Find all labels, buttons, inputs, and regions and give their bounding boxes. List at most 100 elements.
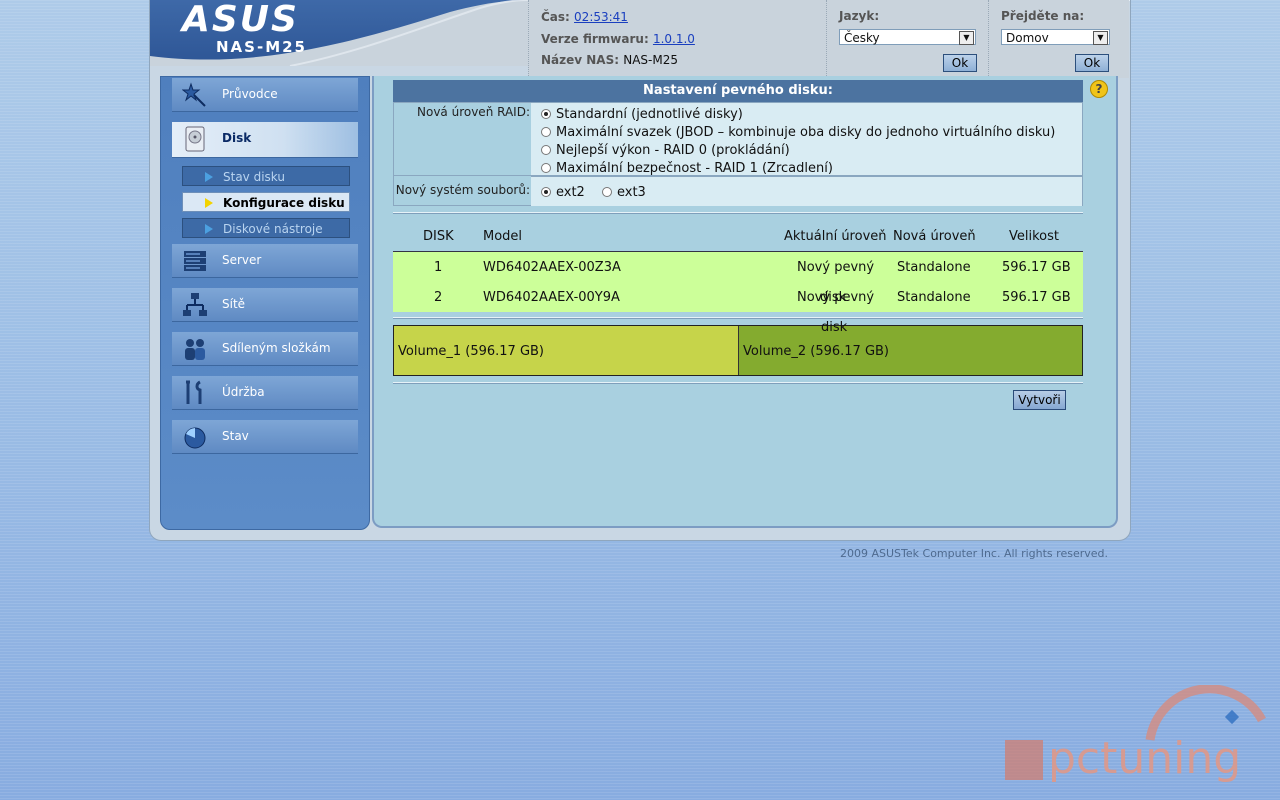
fs-option-ext2[interactable]: ext2 <box>541 185 585 200</box>
divider <box>393 317 1083 319</box>
sidebar-item-label: Stav <box>222 429 249 443</box>
divider <box>393 382 1083 384</box>
table-cell-model: WD6402AAEX-00Y9A <box>483 290 620 305</box>
raid-option-label: Standardní (jednotlivé disky) <box>556 107 743 122</box>
firmware-link[interactable]: 1.0.1.0 <box>653 32 695 46</box>
table-cell-disk: 1 <box>434 260 443 275</box>
table-cell-new: Standalone <box>897 290 971 305</box>
chevron-down-icon[interactable]: ▼ <box>959 31 974 45</box>
table-cell-disk: 2 <box>434 290 443 305</box>
raid-option-label: Maximální bezpečnost - RAID 1 (Zrcadlení… <box>556 161 833 176</box>
sidebar-item-label: Sdíleným složkám <box>222 341 331 355</box>
model-name: NAS-M25 <box>216 38 307 56</box>
fs-option-label: ext2 <box>556 185 585 200</box>
language-label: Jazyk: <box>839 9 880 23</box>
table-cell-model: WD6402AAEX-00Z3A <box>483 260 621 275</box>
language-select[interactable]: Česky ▼ <box>839 29 976 45</box>
time-label: Čas: <box>541 10 570 24</box>
goto-select[interactable]: Domov ▼ <box>1001 29 1110 45</box>
radio-button[interactable] <box>541 145 551 155</box>
raid-option-raid1[interactable]: Maximální bezpečnost - RAID 1 (Zrcadlení… <box>541 161 833 176</box>
pctuning-watermark-logo: pctuning <box>1005 685 1266 784</box>
raid-label: Nová úroveň RAID: <box>417 105 530 119</box>
firmware-label: Verze firmwaru: <box>541 32 649 46</box>
shared-users-icon <box>185 339 205 360</box>
fs-option-label: ext3 <box>617 185 646 200</box>
sidebar-item-server[interactable]: Server <box>172 244 358 278</box>
sidebar-item-label: Server <box>222 253 262 267</box>
divider <box>393 212 1083 214</box>
table-header-model: Model <box>483 229 523 244</box>
sidebar-item-maintenance[interactable]: Údržba <box>172 376 358 410</box>
sidebar-subitem-disk-status[interactable]: Stav disku <box>182 166 350 186</box>
radio-button[interactable] <box>602 187 612 197</box>
arrow-right-icon <box>205 198 213 208</box>
language-value: Česky <box>844 31 880 45</box>
watermark-text: pctuning <box>1048 733 1241 784</box>
table-header-new-level: Nová úroveň <box>893 229 976 244</box>
table-header-size: Velikost <box>1009 229 1059 244</box>
table-cell-overflow: disk <box>821 320 848 335</box>
subitem-label: Diskové nástroje <box>223 222 323 236</box>
header-info-panel: Čas: 02:53:41 Verze firmwaru: 1.0.1.0 Ná… <box>528 0 827 78</box>
sidebar-item-wizard[interactable]: Průvodce <box>172 78 358 112</box>
volume-1-label: Volume_1 (596.17 GB) <box>398 344 545 359</box>
hard-disk-icon <box>185 126 205 152</box>
section-title: Nastavení pevného disku: <box>393 80 1083 102</box>
table-cell-size: 596.17 GB <box>1002 260 1071 275</box>
arrow-right-icon <box>205 224 213 234</box>
radio-button[interactable] <box>541 187 551 197</box>
table-header-disk: DISK <box>423 229 454 244</box>
status-pie-icon <box>184 427 206 449</box>
goto-panel: Přejděte na: Domov ▼ Ok <box>988 0 1129 78</box>
language-panel: Jazyk: Česky ▼ Ok <box>826 0 989 78</box>
table-cell-size: 596.17 GB <box>1002 290 1071 305</box>
subitem-label: Stav disku <box>223 170 285 184</box>
goto-ok-button[interactable]: Ok <box>1075 54 1109 72</box>
create-button[interactable]: Vytvoři <box>1013 390 1066 410</box>
table-cell-overflow: disk <box>820 290 847 305</box>
help-icon[interactable]: ? <box>1090 80 1108 98</box>
sidebar-item-shared-folders[interactable]: Sdíleným složkám <box>172 332 358 366</box>
table-cell-new: Standalone <box>897 260 971 275</box>
radio-button[interactable] <box>541 127 551 137</box>
time-line: Čas: 02:53:41 <box>541 10 628 24</box>
raid-option-label: Nejlepší výkon - RAID 0 (prokládání) <box>556 143 790 158</box>
volume-2-label: Volume_2 (596.17 GB) <box>743 344 890 359</box>
subitem-label: Konfigurace disku <box>223 196 345 210</box>
sidebar-subitem-disk-tools[interactable]: Diskové nástroje <box>182 218 350 238</box>
nas-name-value: NAS-M25 <box>623 53 678 67</box>
table-cell-current: Nový pevný <box>797 260 875 275</box>
tools-icon <box>186 380 202 404</box>
table-header-current-level: Aktuální úroveň <box>784 229 887 244</box>
network-icon <box>183 293 207 316</box>
nas-name-label: Název NAS: <box>541 53 620 67</box>
raid-option-raid0[interactable]: Nejlepší výkon - RAID 0 (prokládání) <box>541 143 790 158</box>
fs-label: Nový systém souborů: <box>395 183 530 197</box>
chevron-down-icon[interactable]: ▼ <box>1093 31 1108 45</box>
raid-option-standard[interactable]: Standardní (jednotlivé disky) <box>541 107 743 122</box>
raid-option-label: Maximální svazek (JBOD – kombinuje oba d… <box>556 125 1056 140</box>
sidebar-item-label: Disk <box>222 131 252 145</box>
asus-logo: ASUS <box>182 0 299 40</box>
firmware-line: Verze firmwaru: 1.0.1.0 <box>541 32 695 46</box>
time-link[interactable]: 02:53:41 <box>574 10 628 24</box>
raid-option-jbod[interactable]: Maximální svazek (JBOD – kombinuje oba d… <box>541 125 1055 140</box>
sidebar-item-network[interactable]: Sítě <box>172 288 358 322</box>
nas-name-line: Název NAS: NAS-M25 <box>541 53 678 67</box>
goto-value: Domov <box>1006 31 1049 45</box>
sidebar-item-label: Sítě <box>222 297 246 311</box>
sidebar-item-label: Průvodce <box>222 87 278 101</box>
sidebar-item-disk[interactable]: Disk <box>172 122 358 158</box>
sidebar-subitem-disk-config[interactable]: Konfigurace disku <box>182 192 350 212</box>
copyright-text: 2009 ASUSTek Computer Inc. All rights re… <box>840 547 1108 560</box>
sidebar-item-status[interactable]: Stav <box>172 420 358 454</box>
arrow-right-icon <box>205 172 213 182</box>
wizard-wand-icon <box>182 82 206 107</box>
sidebar-item-label: Údržba <box>222 385 265 399</box>
radio-button[interactable] <box>541 109 551 119</box>
language-ok-button[interactable]: Ok <box>943 54 977 72</box>
server-icon <box>184 251 206 271</box>
fs-option-ext3[interactable]: ext3 <box>602 185 646 200</box>
radio-button[interactable] <box>541 163 551 173</box>
